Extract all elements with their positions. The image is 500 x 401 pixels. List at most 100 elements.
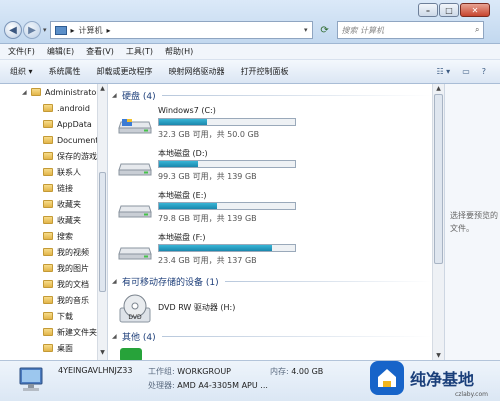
search-input[interactable]: 搜索 计算机 ⌕ xyxy=(336,21,484,39)
menu-tools[interactable]: 工具(T) xyxy=(126,46,153,57)
arrow-right-icon: ▶ xyxy=(28,24,36,36)
scroll-up-icon[interactable]: ▲ xyxy=(433,85,444,92)
sidebar-item[interactable]: 保存的游戏 xyxy=(0,148,107,164)
sidebar-item[interactable]: 我的视频 xyxy=(0,244,107,260)
help-icon[interactable]: ? xyxy=(482,67,486,76)
sidebar-item[interactable]: AppData xyxy=(0,116,107,132)
drive-usage-fill xyxy=(159,203,218,209)
group-title: 硬盘 (4) xyxy=(122,91,156,102)
drive-space-info: 32.3 GB 可用，共 50.0 GB xyxy=(158,130,260,139)
divider xyxy=(161,335,432,337)
preview-pane: 选择要预览的文件。 xyxy=(444,84,500,360)
navigation-row: ◀ ▶ ▾ ▸ 计算机 ▸ ▾ ⟳ 搜索 计算机 ⌕ xyxy=(4,20,496,40)
search-icon[interactable]: ⌕ xyxy=(475,25,479,35)
sidebar-item[interactable]: 链接 xyxy=(0,180,107,196)
back-button[interactable]: ◀ xyxy=(4,21,22,39)
content-scrollbar[interactable]: ▲ ▼ xyxy=(432,84,444,360)
memory-info: 内存: 4.00 GB xyxy=(270,366,323,377)
expand-arrow-icon[interactable]: ◢ xyxy=(22,89,31,96)
sidebar-item[interactable]: 收藏夹 xyxy=(0,196,107,212)
drive-name: 本地磁盘 (E:) xyxy=(158,191,207,200)
sidebar-item-label: .android xyxy=(57,103,90,113)
address-bar[interactable]: ▸ 计算机 ▸ ▾ xyxy=(49,21,313,39)
folder-icon xyxy=(43,232,53,240)
sidebar-item-label: 收藏夹 xyxy=(57,215,81,225)
drive-item[interactable]: 本地磁盘 (E:) 79.8 GB 可用，共 139 GB xyxy=(118,190,298,230)
breadcrumb-computer[interactable]: 计算机 xyxy=(79,25,103,36)
sidebar-item[interactable]: 桌面 xyxy=(0,340,107,356)
watermark-url: czlaby.com xyxy=(454,391,488,398)
menu-view[interactable]: 查看(V) xyxy=(86,46,114,57)
scroll-up-icon[interactable]: ▲ xyxy=(98,85,107,95)
maximize-button[interactable]: □ xyxy=(439,3,459,17)
open-control-panel-button[interactable]: 打开控制面板 xyxy=(241,66,289,77)
group-header-removable[interactable]: ◢ 有可移动存储的设备 (1) xyxy=(108,274,432,288)
dvd-drive[interactable]: DVD DVD RW 驱动器 (H:) xyxy=(118,292,298,332)
folder-icon xyxy=(43,328,53,336)
scroll-down-icon[interactable]: ▼ xyxy=(98,349,107,359)
folder-icon xyxy=(43,280,53,288)
group-header-other[interactable]: ◢ 其他 (4) xyxy=(108,329,432,343)
folder-tree: ◢ Administrator .android AppData Documents 保存… xyxy=(0,84,107,361)
scrollbar-thumb[interactable] xyxy=(99,172,106,292)
sidebar-item[interactable]: 收藏夹 xyxy=(0,212,107,228)
menu-bar: 文件(F) 编辑(E) 查看(V) 工具(T) 帮助(H) xyxy=(0,44,500,60)
minimize-button[interactable]: – xyxy=(418,3,438,17)
menu-file[interactable]: 文件(F) xyxy=(8,46,35,57)
drive-name: 本地磁盘 (F:) xyxy=(158,233,206,242)
computer-icon xyxy=(54,25,67,35)
map-network-drive-button[interactable]: 映射网络驱动器 xyxy=(169,66,225,77)
sidebar-item[interactable]: 下载 xyxy=(0,308,107,324)
sidebar-item-label: 我的音乐 xyxy=(57,295,89,305)
dvd-label: DVD xyxy=(128,314,142,321)
menu-edit[interactable]: 编辑(E) xyxy=(47,46,74,57)
view-controls: ☷ ▾ ▭ ? xyxy=(424,67,486,76)
folder-icon xyxy=(43,152,53,160)
hard-disk-icon xyxy=(118,163,152,176)
change-view-icon[interactable]: ☷ ▾ xyxy=(436,67,450,76)
history-dropdown-icon[interactable]: ▾ xyxy=(43,26,47,34)
divider xyxy=(224,280,432,282)
sidebar-item[interactable]: Documents xyxy=(0,132,107,148)
sidebar-item[interactable]: .android xyxy=(0,100,107,116)
sidebar-item[interactable]: 我的文档 xyxy=(0,276,107,292)
menu-help[interactable]: 帮助(H) xyxy=(165,46,193,57)
drive-item[interactable]: Windows7 (C:) 32.3 GB 可用，共 50.0 GB xyxy=(118,106,298,146)
other-device-icon[interactable] xyxy=(120,348,142,360)
group-header-hard-disks[interactable]: ◢ 硬盘 (4) xyxy=(108,88,432,102)
collapse-icon[interactable]: ◢ xyxy=(112,92,122,99)
divider xyxy=(161,94,432,96)
drive-usage-bar xyxy=(158,202,296,210)
drive-item[interactable]: 本地磁盘 (F:) 23.4 GB 可用，共 137 GB xyxy=(118,232,298,272)
drive-space-info: 23.4 GB 可用，共 137 GB xyxy=(158,256,257,265)
organize-button[interactable]: 组织 ▾ xyxy=(10,66,33,77)
navigation-scrollbar[interactable]: ▲ ▼ xyxy=(97,84,107,360)
sidebar-item-label: 收藏夹 xyxy=(57,199,81,209)
scrollbar-thumb[interactable] xyxy=(434,94,443,264)
address-dropdown-icon[interactable]: ▾ xyxy=(304,26,308,34)
chevron-right-icon[interactable]: ▸ xyxy=(107,26,111,35)
folder-icon xyxy=(43,120,53,128)
sidebar-item[interactable]: 我的图片 xyxy=(0,260,107,276)
sidebar-item-label: 联系人 xyxy=(57,167,81,177)
collapse-icon[interactable]: ◢ xyxy=(112,278,122,285)
system-properties-button[interactable]: 系统属性 xyxy=(49,66,81,77)
folder-icon xyxy=(31,88,41,96)
uninstall-program-button[interactable]: 卸载或更改程序 xyxy=(97,66,153,77)
sidebar-item[interactable]: 我的音乐 xyxy=(0,292,107,308)
close-button[interactable]: ✕ xyxy=(460,3,490,17)
sidebar-item[interactable]: ◢ Administrator xyxy=(0,84,107,100)
sidebar-item[interactable]: 搜索 xyxy=(0,228,107,244)
drive-usage-bar xyxy=(158,160,296,168)
drive-item[interactable]: 本地磁盘 (D:) 99.3 GB 可用，共 139 GB xyxy=(118,148,298,188)
hard-disk-icon xyxy=(118,119,152,134)
forward-button[interactable]: ▶ xyxy=(23,21,41,39)
sidebar-item[interactable]: 联系人 xyxy=(0,164,107,180)
sidebar-item[interactable]: 新建文件夹 xyxy=(0,324,107,340)
processor-label: 处理器: xyxy=(148,381,175,390)
sidebar-item-label: 保存的游戏 xyxy=(57,151,97,161)
collapse-icon[interactable]: ◢ xyxy=(112,333,122,340)
refresh-button[interactable]: ⟳ xyxy=(315,21,335,39)
preview-pane-icon[interactable]: ▭ xyxy=(462,67,470,76)
chevron-right-icon[interactable]: ▸ xyxy=(71,26,75,35)
